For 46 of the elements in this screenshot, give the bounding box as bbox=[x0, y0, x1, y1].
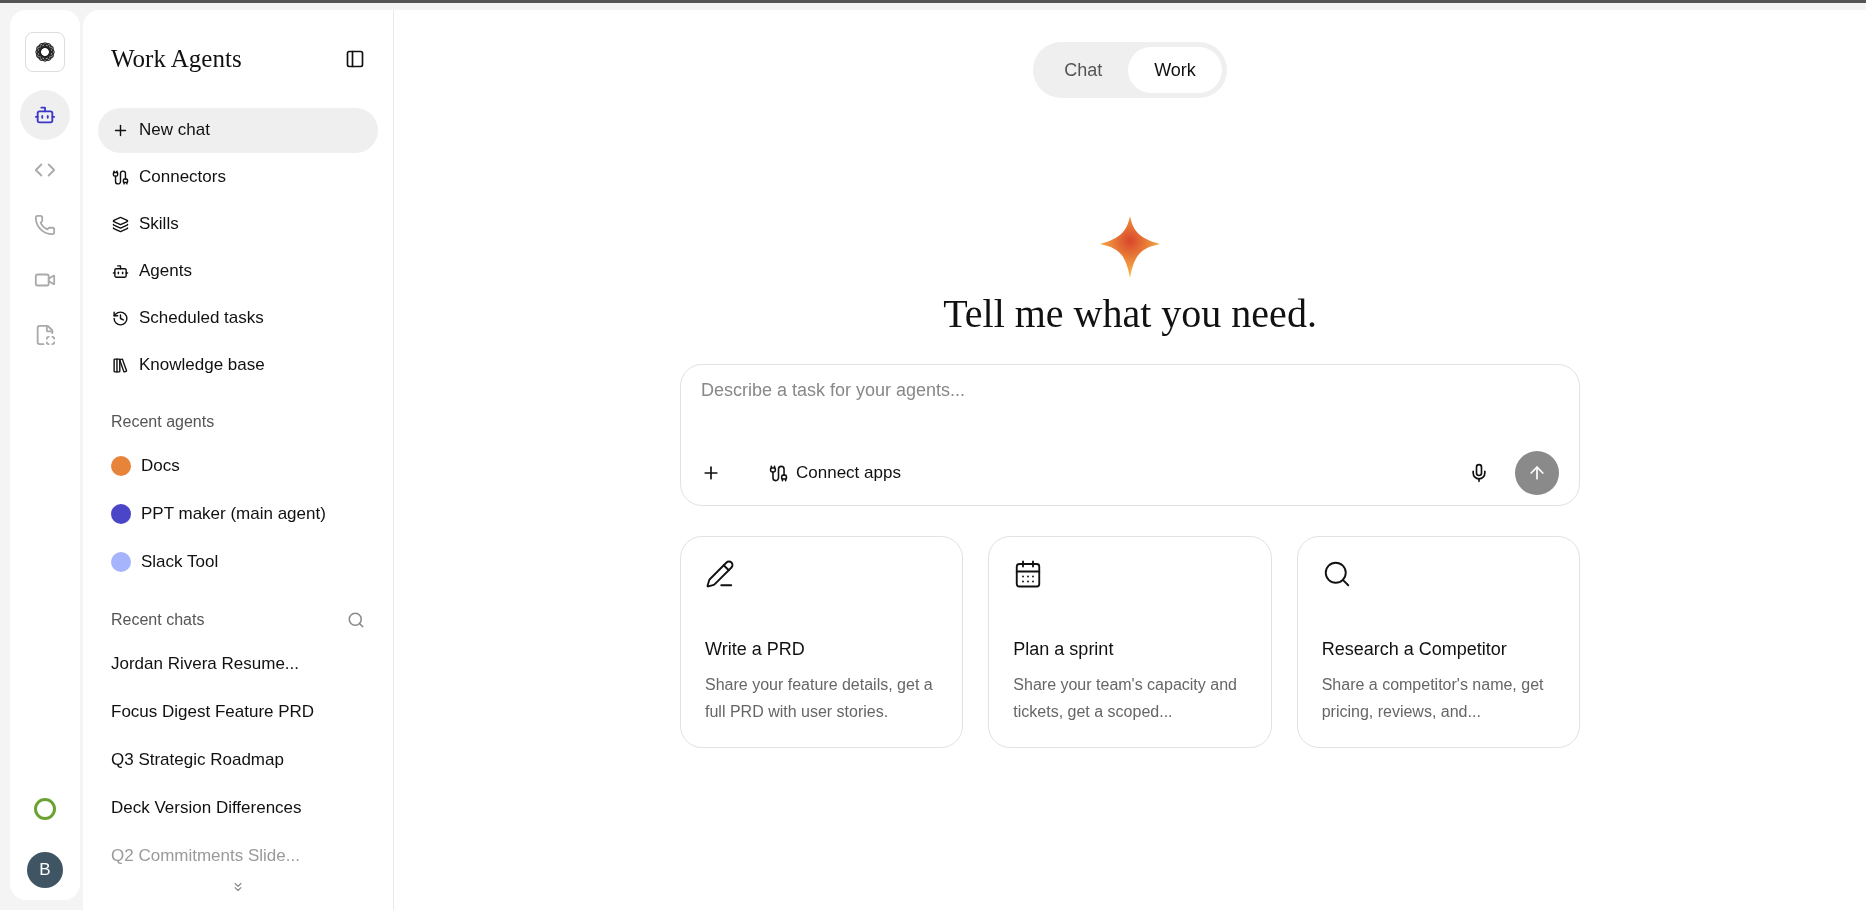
agent-item[interactable]: Slack Tool bbox=[98, 537, 378, 586]
plug-icon bbox=[112, 168, 129, 186]
suggestion-card[interactable]: Plan a sprint Share your team's capacity and tickets, get a scoped... bbox=[988, 536, 1272, 748]
user-avatar[interactable]: B bbox=[27, 852, 63, 888]
card-description: Share your team's capacity and tickets, get a scoped... bbox=[1013, 675, 1238, 722]
chat-item[interactable]: Jordan Rivera Resume... bbox=[98, 639, 378, 688]
sidebar-title: Work Agents bbox=[111, 44, 242, 74]
card-description: Share your feature details, get a full PRD with user stories. bbox=[705, 675, 934, 722]
layers-icon bbox=[112, 215, 129, 233]
mode-tab[interactable]: Work bbox=[1128, 47, 1222, 93]
section-heading: Recent chats bbox=[111, 609, 205, 630]
card-title: Research a Competitor bbox=[1321, 638, 1508, 661]
suggestion-card[interactable]: Research a Competitor Share a competitor's name, get pricing, reviews, and... bbox=[1296, 536, 1580, 748]
mode-tab[interactable]: Chat bbox=[1038, 47, 1129, 93]
connect-apps-button[interactable]: Connect apps bbox=[769, 460, 901, 486]
robot-icon bbox=[112, 262, 129, 280]
card-title: Plan a sprint bbox=[1013, 638, 1115, 661]
agent-item[interactable]: Docs bbox=[98, 441, 378, 490]
main-heading: Tell me what you need. bbox=[943, 290, 1317, 338]
pencil-icon bbox=[705, 559, 735, 589]
chat-item[interactable]: Focus Digest Feature PRD bbox=[98, 687, 378, 736]
sidebar-toggle-icon[interactable] bbox=[345, 48, 365, 69]
chat-item[interactable]: Deck Version Differences bbox=[98, 783, 378, 832]
section-heading: Recent agents bbox=[110, 411, 216, 432]
task-input-field[interactable]: Describe a task for your agents... bbox=[701, 377, 1559, 404]
plug-icon bbox=[769, 463, 788, 483]
robot-icon[interactable] bbox=[20, 90, 70, 140]
send-button[interactable] bbox=[1515, 451, 1559, 495]
books-icon bbox=[112, 356, 129, 374]
app-logo-icon[interactable] bbox=[25, 32, 65, 72]
search-icon[interactable] bbox=[347, 610, 365, 629]
star-logo-icon bbox=[1100, 216, 1160, 278]
nav-item[interactable]: Connectors bbox=[98, 154, 378, 200]
agent-item[interactable]: PPT maker (main agent) bbox=[98, 489, 378, 538]
nav-item[interactable]: Knowledge base bbox=[98, 342, 378, 388]
card-title: Write a PRD bbox=[705, 638, 806, 661]
microphone-icon[interactable] bbox=[1469, 463, 1489, 483]
chat-item[interactable]: Q3 Strategic Roadmap bbox=[98, 735, 378, 784]
nav-item[interactable]: Agents bbox=[98, 248, 378, 294]
card-description: Share a competitor's name, get pricing, reviews, and... bbox=[1321, 675, 1545, 722]
nav-item[interactable]: Scheduled tasks bbox=[98, 295, 378, 341]
nav-item[interactable]: New chat bbox=[98, 107, 378, 153]
history-icon bbox=[112, 309, 129, 327]
suggestion-card[interactable]: Write a PRD Share your feature details, get a full PRD with user stories. bbox=[680, 536, 964, 748]
nav-item[interactable]: Skills bbox=[98, 201, 378, 247]
status-ring-icon bbox=[34, 798, 56, 820]
